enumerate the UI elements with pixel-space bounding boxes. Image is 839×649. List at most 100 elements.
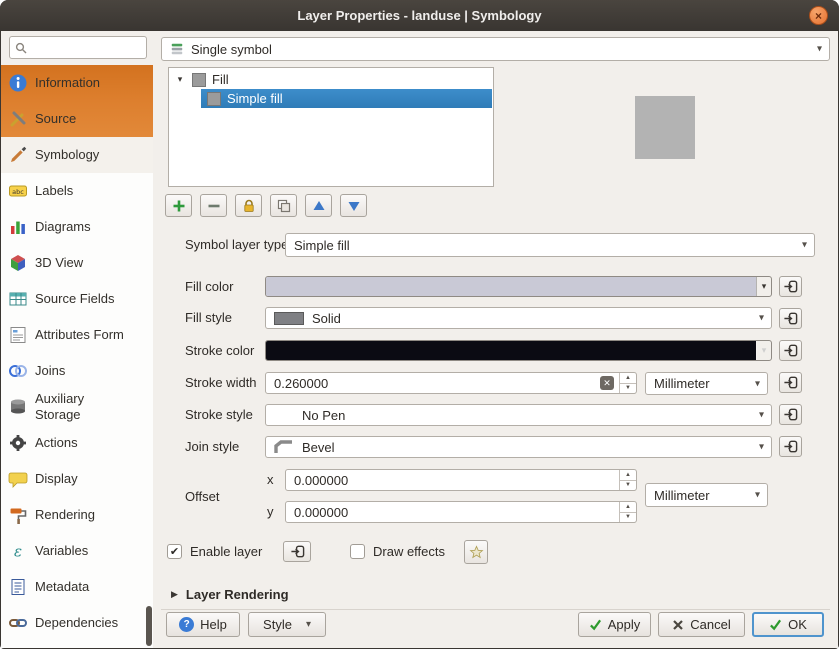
arrow-down-icon bbox=[348, 201, 359, 211]
stroke-width-unit-select[interactable]: Millimeter ▾ bbox=[645, 372, 768, 395]
remove-symbol-layer-button[interactable] bbox=[200, 194, 227, 217]
data-defined-override-button[interactable] bbox=[779, 436, 802, 457]
sidebar-item-3d-view[interactable]: 3D View bbox=[1, 245, 153, 281]
sidebar-item-source-fields[interactable]: Source Fields bbox=[1, 281, 153, 317]
tree-row-simple-fill[interactable]: Simple fill bbox=[201, 89, 492, 108]
sidebar-item-rendering[interactable]: Rendering bbox=[1, 497, 153, 533]
add-symbol-layer-button[interactable] bbox=[165, 194, 192, 217]
ok-button[interactable]: OK bbox=[752, 612, 824, 637]
sidebar-scrollbar[interactable] bbox=[146, 606, 152, 646]
cancel-label: Cancel bbox=[690, 617, 731, 632]
enable-layer-checkbox[interactable]: ✔ bbox=[167, 544, 182, 559]
minus-icon bbox=[208, 204, 219, 207]
sidebar-item-label: Source bbox=[35, 111, 77, 126]
expander-right-icon: ▶ bbox=[171, 589, 178, 599]
fill-style-select[interactable]: Solid ▾ bbox=[265, 307, 772, 329]
tree-row-fill[interactable]: ▾ Fill bbox=[169, 70, 493, 89]
sidebar-item-dependencies[interactable]: Dependencies bbox=[1, 605, 153, 641]
layer-properties-dialog: Layer Properties - landuse | Symbology ×… bbox=[0, 0, 839, 649]
sidebar-item-labels[interactable]: abc Labels bbox=[1, 173, 153, 209]
sidebar-item-label: Symbology bbox=[35, 147, 100, 162]
spin-down-icon[interactable]: ▼ bbox=[620, 513, 636, 523]
join-style-value: Bevel bbox=[302, 439, 335, 455]
form-icon bbox=[8, 325, 28, 345]
lock-colors-button[interactable] bbox=[235, 194, 262, 217]
data-defined-override-button[interactable] bbox=[779, 372, 802, 393]
enable-layer-label[interactable]: Enable layer bbox=[190, 544, 262, 559]
sidebar-item-symbology[interactable]: Symbology bbox=[1, 137, 153, 173]
customize-effects-button[interactable] bbox=[464, 540, 488, 564]
single-symbol-icon bbox=[171, 43, 183, 55]
move-layer-down-button[interactable] bbox=[340, 194, 367, 217]
fill-color-button[interactable]: ▾ bbox=[265, 276, 772, 297]
search-input[interactable] bbox=[31, 40, 141, 55]
help-icon: ? bbox=[179, 617, 195, 632]
sidebar-item-attributes-form[interactable]: Attributes Form bbox=[1, 317, 153, 353]
spin-up-icon[interactable]: ▲ bbox=[620, 373, 636, 384]
apply-label: Apply bbox=[607, 617, 641, 632]
data-defined-override-button[interactable] bbox=[779, 308, 802, 329]
sidebar-item-label: Attributes Form bbox=[35, 327, 124, 342]
paintbrush-icon bbox=[8, 145, 28, 165]
stroke-color-swatch bbox=[266, 341, 756, 360]
data-defined-override-button[interactable] bbox=[283, 541, 311, 562]
offset-label: Offset bbox=[185, 489, 220, 504]
plus-icon bbox=[173, 200, 184, 211]
expander-down-icon[interactable]: ▾ bbox=[174, 74, 186, 85]
sidebar-item-label: Information bbox=[35, 75, 101, 90]
sidebar-item-source[interactable]: Source bbox=[1, 101, 153, 137]
spin-down-icon[interactable]: ▼ bbox=[620, 384, 636, 394]
stroke-style-select[interactable]: No Pen ▾ bbox=[265, 404, 772, 426]
footer-separator bbox=[161, 609, 830, 610]
offset-unit-select[interactable]: Millimeter ▾ bbox=[645, 483, 768, 507]
spin-up-icon[interactable]: ▲ bbox=[620, 502, 636, 513]
check-icon bbox=[770, 619, 782, 631]
sidebar-item-diagrams[interactable]: Diagrams bbox=[1, 209, 153, 245]
spin-down-icon[interactable]: ▼ bbox=[620, 481, 636, 491]
offset-y-spinbox[interactable]: 0.000000 ▲ ▼ bbox=[285, 501, 637, 523]
offset-unit-value: Millimeter bbox=[654, 487, 710, 503]
sidebar-item-variables[interactable]: ε Variables bbox=[1, 533, 153, 569]
move-layer-up-button[interactable] bbox=[305, 194, 332, 217]
symbol-layer-tree: ▾ Fill Simple fill bbox=[168, 67, 494, 187]
sidebar-item-label: Diagrams bbox=[35, 219, 91, 234]
duplicate-symbol-layer-button[interactable] bbox=[270, 194, 297, 217]
chevron-down-icon: ▾ bbox=[754, 378, 760, 389]
renderer-select[interactable]: Single symbol ▾ bbox=[161, 37, 830, 61]
offset-x-spinbox[interactable]: 0.000000 ▲ ▼ bbox=[285, 469, 637, 491]
chevron-down-icon: ▾ bbox=[801, 239, 807, 251]
sidebar-item-information[interactable]: Information bbox=[1, 65, 153, 101]
data-defined-override-button[interactable] bbox=[779, 340, 802, 361]
clear-value-icon[interactable]: ✕ bbox=[600, 376, 614, 390]
stroke-color-button[interactable]: ▾ bbox=[265, 340, 772, 361]
sidebar-item-actions[interactable]: Actions bbox=[1, 425, 153, 461]
chevron-down-icon[interactable]: ▾ bbox=[756, 277, 771, 296]
bevel-join-icon bbox=[274, 440, 292, 453]
chevron-down-icon[interactable]: ▾ bbox=[756, 341, 771, 360]
paint-roller-icon bbox=[8, 505, 28, 525]
ok-label: OK bbox=[788, 617, 807, 632]
spin-up-icon[interactable]: ▲ bbox=[620, 470, 636, 481]
join-style-select[interactable]: Bevel ▾ bbox=[265, 436, 772, 458]
cancel-button[interactable]: Cancel bbox=[658, 612, 745, 637]
draw-effects-label[interactable]: Draw effects bbox=[373, 544, 445, 559]
sidebar-item-joins[interactable]: Joins bbox=[1, 353, 153, 389]
help-button[interactable]: ? Help bbox=[166, 612, 240, 637]
stroke-width-spinbox[interactable]: 0.260000 ✕ ▲ ▼ bbox=[265, 372, 637, 394]
source-tools-icon bbox=[8, 109, 28, 129]
titlebar[interactable]: Layer Properties - landuse | Symbology × bbox=[0, 0, 839, 31]
data-defined-override-button[interactable] bbox=[779, 404, 802, 425]
data-defined-override-button[interactable] bbox=[779, 276, 802, 297]
database-icon bbox=[8, 397, 28, 417]
layer-rendering-section[interactable]: ▶ Layer Rendering bbox=[171, 587, 289, 602]
sidebar-item-display[interactable]: Display bbox=[1, 461, 153, 497]
apply-button[interactable]: Apply bbox=[578, 612, 651, 637]
sidebar-item-metadata[interactable]: Metadata bbox=[1, 569, 153, 605]
draw-effects-checkbox[interactable] bbox=[350, 544, 365, 559]
sidebar-item-auxiliary-storage[interactable]: Auxiliary Storage bbox=[1, 389, 153, 425]
close-icon[interactable]: × bbox=[809, 6, 828, 25]
chevron-down-icon: ▾ bbox=[816, 43, 822, 55]
symbol-layer-type-select[interactable]: Simple fill ▾ bbox=[285, 233, 815, 257]
style-button[interactable]: Style ▾ bbox=[248, 612, 326, 637]
cross-icon bbox=[673, 619, 684, 630]
